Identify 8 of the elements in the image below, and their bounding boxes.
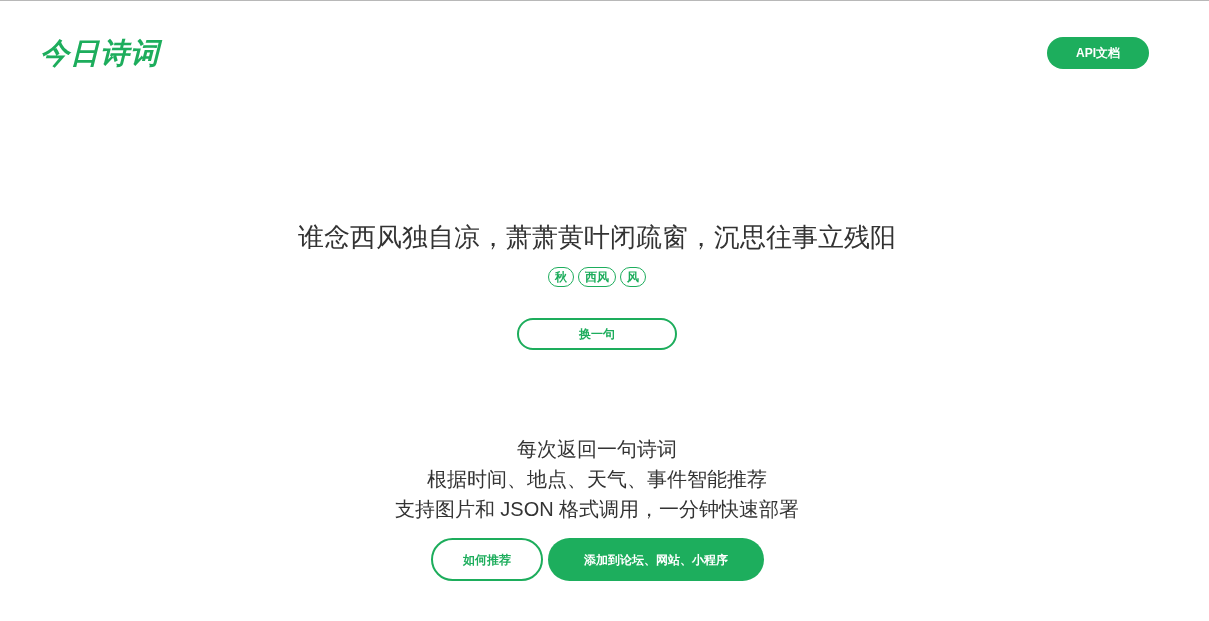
feature-text: 支持图片和 JSON 格式调用，一分钟快速部署 <box>394 497 800 522</box>
refresh-button[interactable]: 换一句 <box>517 318 677 350</box>
api-docs-button[interactable]: API文档 <box>1047 37 1149 69</box>
how-recommend-button[interactable]: 如何推荐 <box>430 538 543 581</box>
add-to-site-button[interactable]: 添加到论坛、网站、小程序 <box>547 538 764 581</box>
feature-text: 根据时间、地点、天气、事件智能推荐 <box>427 467 767 492</box>
poem-text: 谁念西风独自凉，萧萧黄叶闭疏窗，沉思往事立残阳 <box>298 221 896 254</box>
feature-text: 每次返回一句诗词 <box>517 437 677 462</box>
